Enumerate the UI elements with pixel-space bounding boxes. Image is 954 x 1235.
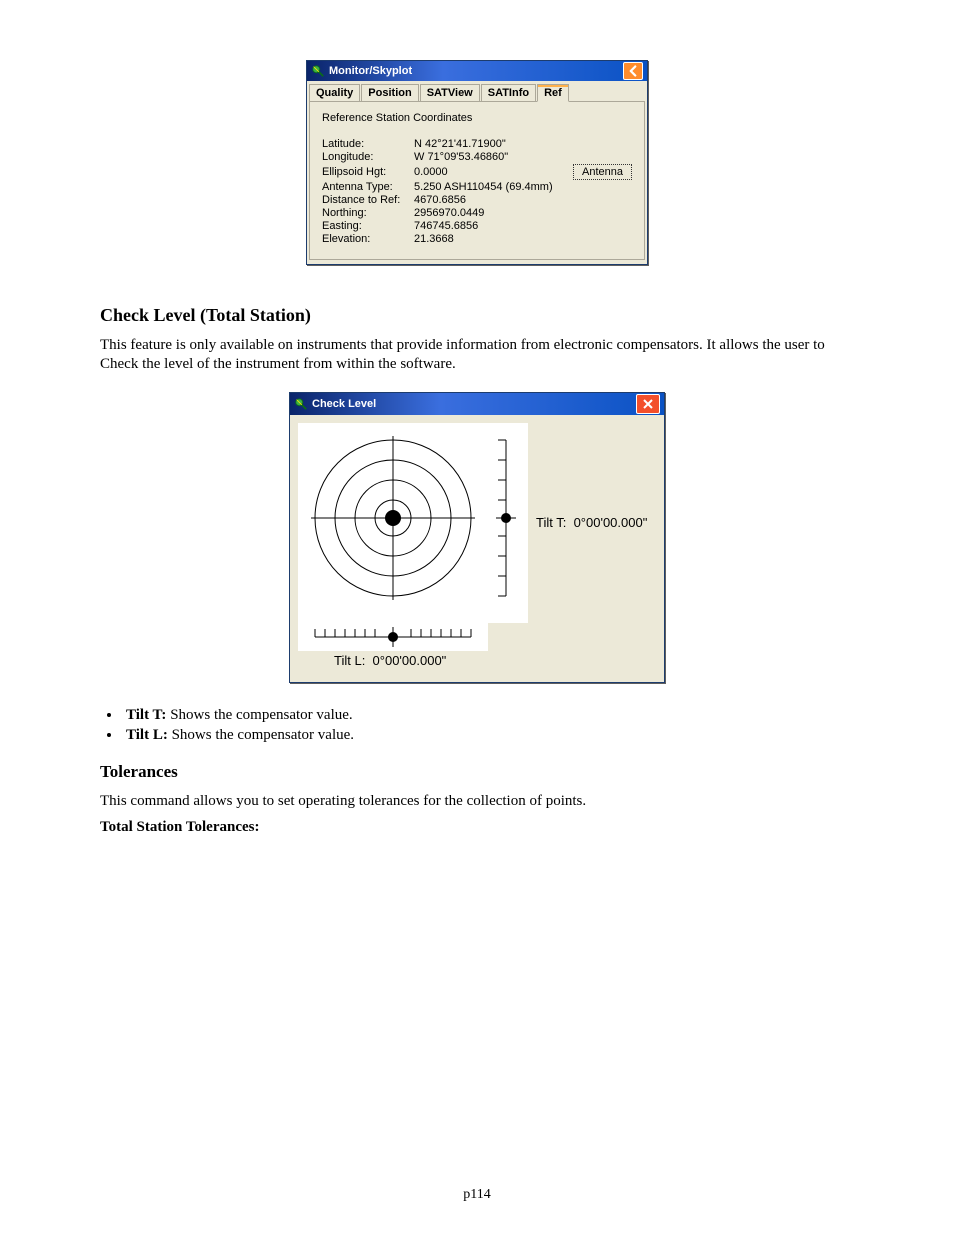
value-latitude: N 42°21'41.71900" — [414, 138, 632, 150]
tab-quality[interactable]: Quality — [309, 84, 360, 101]
label-longitude: Longitude: — [322, 151, 414, 163]
bullet-tilt-l-name: Tilt L: — [126, 727, 168, 743]
tab-satinfo[interactable]: SATInfo — [481, 84, 536, 101]
tilt-l-readout: Tilt L: 0°00'00.000" — [334, 653, 446, 668]
tilt-l-scale — [298, 623, 488, 651]
label-northing: Northing: — [322, 207, 414, 219]
ref-heading: Reference Station Coordinates — [322, 112, 632, 124]
row-easting: Easting: 746745.6856 — [322, 220, 632, 232]
para-check-level: This feature is only available on instru… — [100, 336, 854, 374]
row-northing: Northing: 2956970.0449 — [322, 207, 632, 219]
row-ellipsoid-hgt: Ellipsoid Hgt: 0.0000 Antenna — [322, 164, 632, 180]
level-display — [298, 423, 528, 623]
bullet-tilt-t-desc: Shows the compensator value. — [166, 707, 352, 723]
back-button[interactable] — [623, 62, 643, 80]
page: Monitor/Skyplot Quality Position SATView… — [0, 0, 954, 1235]
label-distance-to-ref: Distance to Ref: — [322, 194, 414, 206]
value-ellipsoid-hgt: 0.0000 — [414, 166, 569, 178]
app-icon — [294, 397, 308, 411]
row-distance-to-ref: Distance to Ref: 4670.6856 — [322, 194, 632, 206]
page-number: p114 — [463, 1187, 490, 1202]
heading-check-level: Check Level (Total Station) — [100, 305, 854, 326]
row-elevation: Elevation: 21.3668 — [322, 233, 632, 245]
bullet-tilt-t: Tilt T: Shows the compensator value. — [122, 707, 854, 724]
tab-ref[interactable]: Ref — [537, 84, 569, 102]
bullet-tilt-l: Tilt L: Shows the compensator value. — [122, 727, 854, 744]
label-elevation: Elevation: — [322, 233, 414, 245]
heading-tolerances: Tolerances — [100, 762, 854, 782]
value-longitude: W 71°09'53.46860" — [414, 151, 632, 163]
tilt-t-label: Tilt T: — [536, 515, 566, 530]
title-text: Monitor/Skyplot — [329, 65, 621, 77]
label-easting: Easting: — [322, 220, 414, 232]
label-antenna-type: Antenna Type: — [322, 181, 414, 193]
title-bar: Check Level — [290, 393, 664, 415]
value-antenna-type: 5.250 ASH110454 (69.4mm) — [414, 181, 632, 193]
value-elevation: 21.3668 — [414, 233, 632, 245]
row-latitude: Latitude: N 42°21'41.71900" — [322, 138, 632, 150]
bullet-tilt-t-name: Tilt T: — [126, 707, 166, 723]
bullet-list: Tilt T: Shows the compensator value. Til… — [122, 707, 854, 744]
antenna-button[interactable]: Antenna — [573, 164, 632, 180]
tab-strip: Quality Position SATView SATInfo Ref — [307, 81, 647, 101]
subheading-total-station-tolerances: Total Station Tolerances: — [100, 818, 854, 837]
title-text: Check Level — [312, 398, 636, 410]
value-easting: 746745.6856 — [414, 220, 632, 232]
monitor-skyplot-dialog: Monitor/Skyplot Quality Position SATView… — [306, 60, 648, 265]
check-level-dialog: Check Level — [289, 392, 665, 683]
page-number-wrap: p114 — [0, 1187, 954, 1203]
bullet-tilt-l-desc: Shows the compensator value. — [168, 727, 354, 743]
title-bar: Monitor/Skyplot — [307, 61, 647, 81]
para-tolerances: This command allows you to set operating… — [100, 792, 854, 811]
tilt-t-readout: Tilt T: 0°00'00.000" — [536, 515, 647, 530]
tab-body: Reference Station Coordinates Latitude: … — [309, 101, 645, 260]
tilt-t-row: Tilt T: 0°00'00.000" — [298, 423, 647, 623]
tab-position[interactable]: Position — [361, 84, 418, 101]
row-antenna-type: Antenna Type: 5.250 ASH110454 (69.4mm) — [322, 181, 632, 193]
label-latitude: Latitude: — [322, 138, 414, 150]
tilt-t-value: 0°00'00.000" — [574, 515, 648, 530]
tilt-l-label: Tilt L: — [334, 653, 365, 668]
check-level-body: Tilt T: 0°00'00.000" — [290, 415, 664, 682]
label-ellipsoid-hgt: Ellipsoid Hgt: — [322, 166, 414, 178]
tab-satview[interactable]: SATView — [420, 84, 480, 101]
row-longitude: Longitude: W 71°09'53.46860" — [322, 151, 632, 163]
value-distance-to-ref: 4670.6856 — [414, 194, 632, 206]
close-button[interactable] — [636, 394, 660, 414]
tilt-l-value: 0°00'00.000" — [373, 653, 447, 668]
app-icon — [311, 64, 325, 78]
value-northing: 2956970.0449 — [414, 207, 632, 219]
